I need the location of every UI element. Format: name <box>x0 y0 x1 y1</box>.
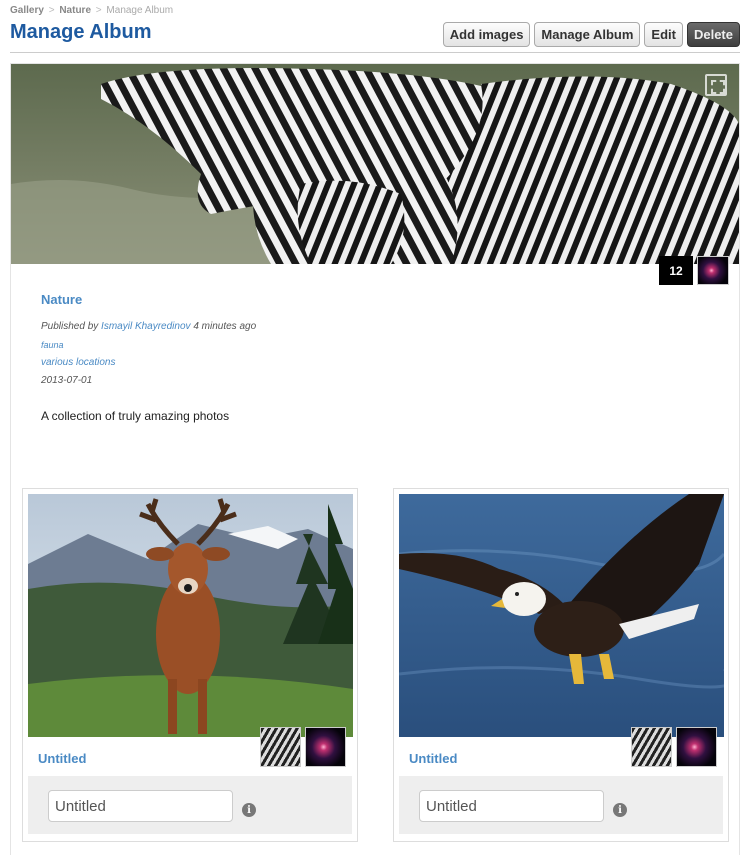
album-toolbar: Add images Manage Album Edit Delete <box>442 22 740 47</box>
photo-card: Untitled i <box>393 488 729 842</box>
caption-bar: i <box>399 776 723 834</box>
photo-image-deer[interactable] <box>28 494 353 737</box>
photo-thumbnail-zebra[interactable] <box>631 727 672 767</box>
info-icon[interactable]: i <box>613 803 627 817</box>
photo-title-link[interactable]: Untitled <box>409 751 457 766</box>
album-name-link[interactable]: Nature <box>41 292 641 307</box>
photo-card: Untitled i <box>22 488 358 842</box>
album-cover-image[interactable] <box>11 64 739 264</box>
location-link[interactable]: various locations <box>41 357 641 368</box>
breadcrumb: Gallery > Nature > Manage Album <box>10 5 173 16</box>
caption-input[interactable] <box>419 790 604 822</box>
deer-illustration <box>28 494 353 737</box>
breadcrumb-nature[interactable]: Nature <box>59 5 91 16</box>
breadcrumb-separator: > <box>95 5 102 16</box>
divider <box>10 52 740 53</box>
published-prefix: Published by <box>41 321 99 332</box>
album-description: A collection of truly amazing photos <box>41 409 230 423</box>
photo-thumbnail-space[interactable] <box>676 727 717 767</box>
breadcrumb-gallery[interactable]: Gallery <box>10 5 44 16</box>
photo-title-link[interactable]: Untitled <box>38 751 86 766</box>
author-link[interactable]: Ismayil Khayredinov <box>101 321 190 332</box>
manage-album-button[interactable]: Manage Album <box>534 22 641 47</box>
eagle-illustration <box>399 494 724 737</box>
delete-button[interactable]: Delete <box>686 22 740 47</box>
photo-thumbnail-zebra[interactable] <box>260 727 301 767</box>
zebra-cover-illustration <box>11 64 739 264</box>
expand-icon[interactable] <box>705 74 727 96</box>
tag-link[interactable]: fauna <box>41 340 641 350</box>
album-info: Nature Published by Ismayil Khayredinov … <box>41 292 641 423</box>
edit-button[interactable]: Edit <box>644 22 683 47</box>
caption-input[interactable] <box>48 790 233 822</box>
photo-image-eagle[interactable] <box>399 494 724 737</box>
album-date: 2013-07-01 <box>41 375 93 386</box>
breadcrumb-separator: > <box>48 5 55 16</box>
add-images-button[interactable]: Add images <box>442 22 531 47</box>
cover-thumbnail[interactable] <box>697 256 729 285</box>
published-time: 4 minutes ago <box>193 321 257 332</box>
image-count-badge: 12 <box>659 256 693 285</box>
breadcrumb-current: Manage Album <box>106 5 174 16</box>
album-published-line: Published by Ismayil Khayredinov 4 minut… <box>41 321 641 332</box>
album-card: 12 Nature Published by Ismayil Khayredin… <box>10 63 740 855</box>
caption-bar: i <box>28 776 352 834</box>
photo-thumbnail-space[interactable] <box>305 727 346 767</box>
page-title: Manage Album <box>10 21 152 43</box>
info-icon[interactable]: i <box>242 803 256 817</box>
